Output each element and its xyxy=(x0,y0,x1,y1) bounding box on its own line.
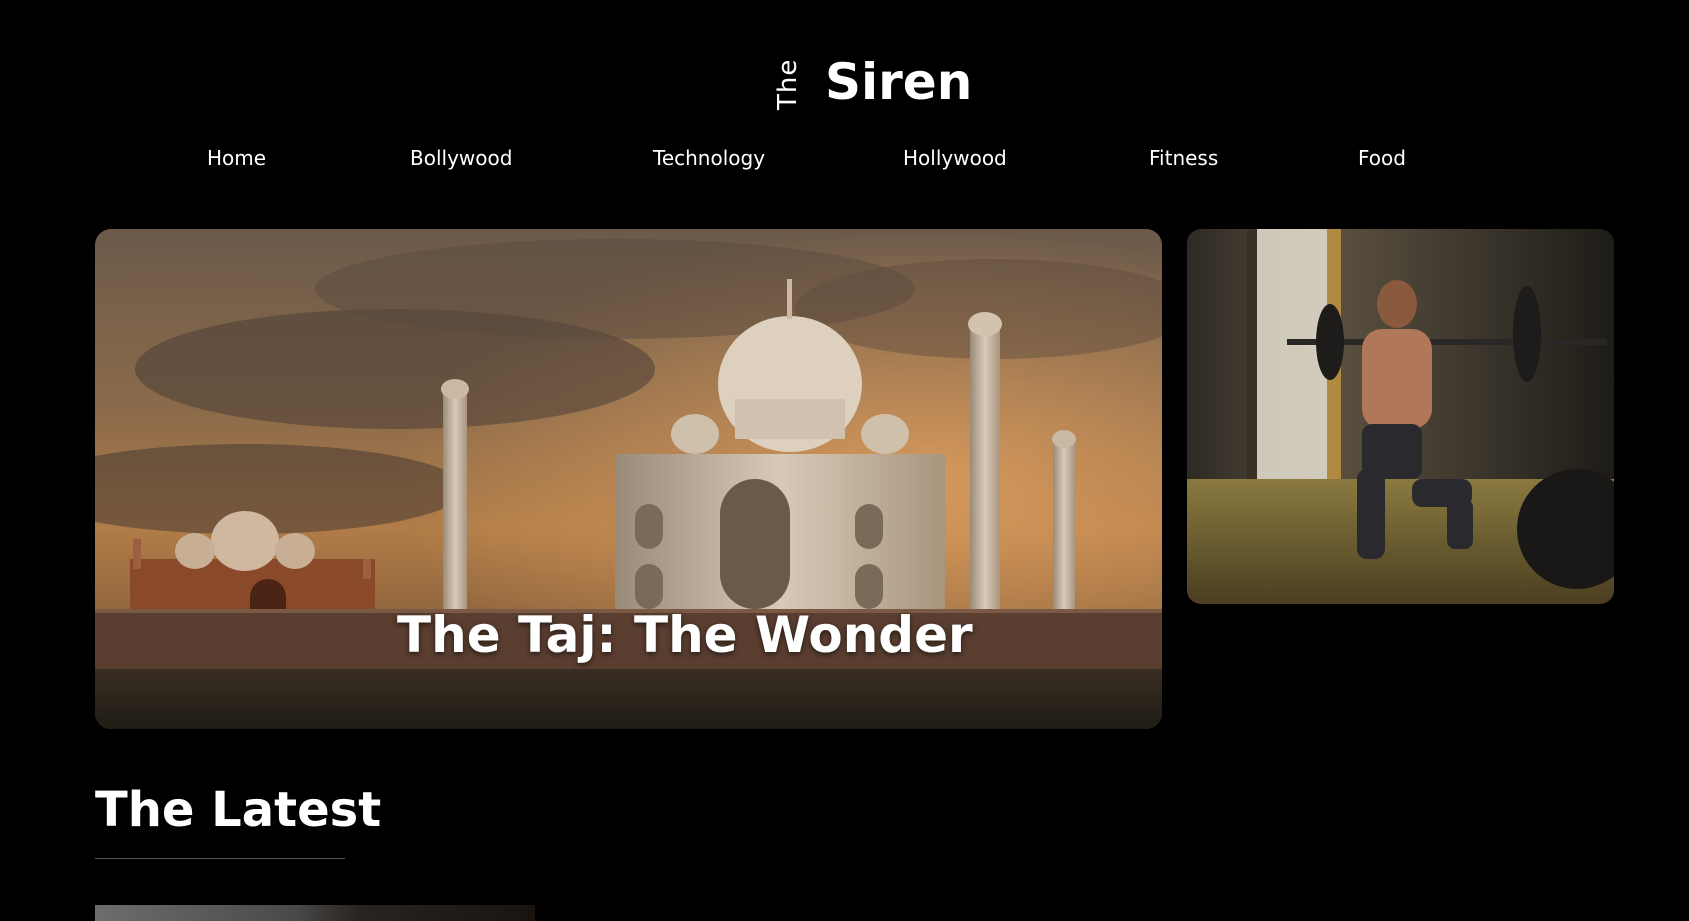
featured-main-card[interactable]: The Taj: The Wonder xyxy=(95,229,1162,729)
section-divider xyxy=(95,858,345,859)
logo-name: Siren xyxy=(825,53,973,111)
main-nav: Home Bollywood Technology Hollywood Fitn… xyxy=(0,140,1689,176)
nav-item-technology[interactable]: Technology xyxy=(653,140,765,176)
nav-item-bollywood[interactable]: Bollywood xyxy=(410,140,512,176)
logo-prefix: The xyxy=(773,58,803,110)
featured-side-card[interactable] xyxy=(1187,229,1614,604)
fitness-image xyxy=(1187,229,1614,604)
section-heading-latest: The Latest xyxy=(95,782,382,838)
featured-main-title[interactable]: The Taj: The Wonder xyxy=(397,603,973,667)
latest-article-thumbnail[interactable] xyxy=(95,905,535,921)
nav-item-home[interactable]: Home xyxy=(207,140,266,176)
site-header: The Siren xyxy=(0,0,1689,130)
nav-item-fitness[interactable]: Fitness xyxy=(1149,140,1218,176)
nav-item-food[interactable]: Food xyxy=(1358,140,1406,176)
nav-item-hollywood[interactable]: Hollywood xyxy=(903,140,1007,176)
